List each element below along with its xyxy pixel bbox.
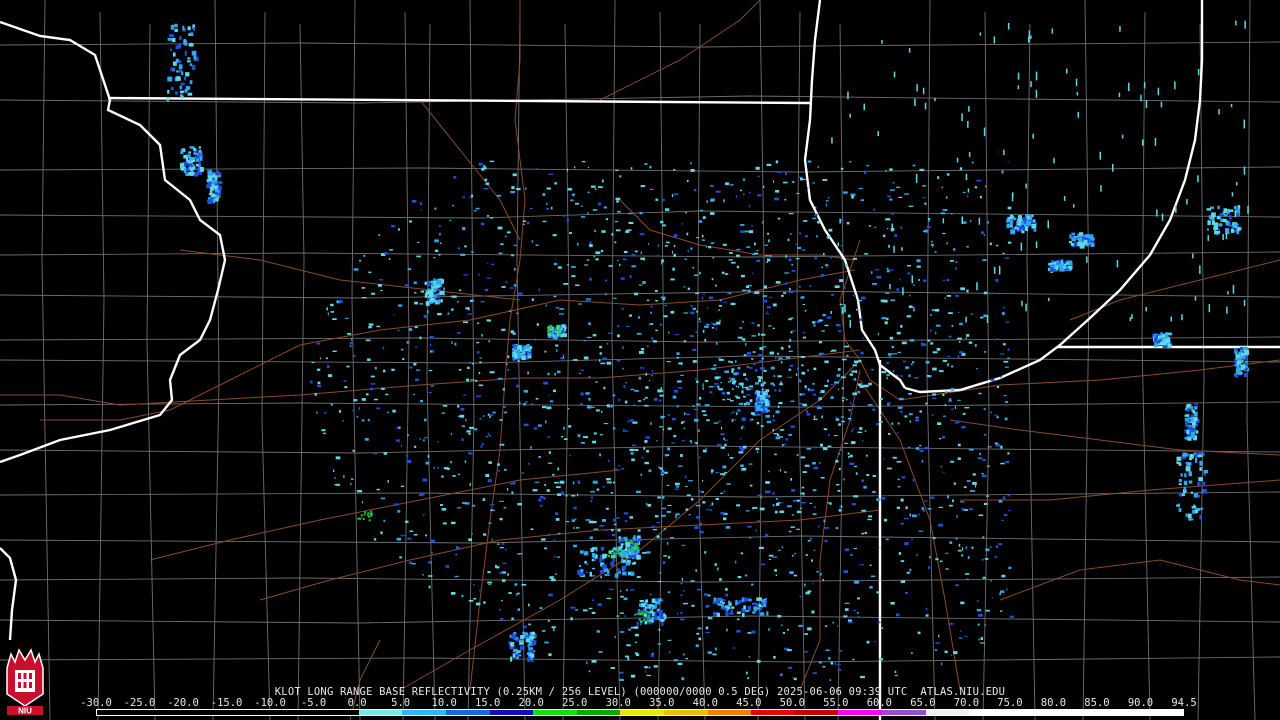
legend-tick: 90.0	[1127, 697, 1154, 709]
legend-tick: 85.0	[1084, 697, 1110, 709]
colorbar-bin	[402, 710, 446, 715]
colorbar-bin	[97, 710, 359, 715]
reflectivity-colorbar	[96, 709, 1184, 716]
legend-tick: 10.0	[431, 697, 457, 709]
legend-tick: -25.0	[123, 697, 156, 709]
radar-map	[0, 0, 1280, 720]
legend-tick: -20.0	[167, 697, 199, 709]
colorbar-bin	[358, 710, 403, 715]
logo-text: NIU	[18, 707, 32, 716]
legend-tick: 25.0	[562, 697, 588, 709]
colorbar-bin	[707, 710, 752, 715]
legend-tick: -15.0	[210, 697, 243, 709]
legend-tick: 65.0	[910, 697, 936, 709]
legend-tick: 80.0	[1040, 697, 1067, 709]
colorbar-bin	[533, 710, 577, 715]
colorbar-bin	[838, 710, 882, 715]
legend-tick: 5.0	[391, 697, 411, 709]
legend-tick: -10.0	[254, 697, 286, 709]
legend-tick: -30.0	[80, 697, 112, 709]
legend-tick: 0.0	[347, 697, 367, 709]
legend-tick: 45.0	[736, 697, 762, 709]
legend-tick: 15.0	[475, 697, 501, 709]
legend-tick: 35.0	[649, 697, 675, 709]
colorbar-bin	[969, 710, 1183, 715]
legend-tick: 94.5	[1171, 697, 1197, 709]
colorbar-bin	[489, 710, 534, 715]
legend-tick: 75.0	[997, 697, 1023, 709]
colorbar-bin	[445, 710, 490, 715]
legend-tick: 40.0	[692, 697, 718, 709]
colorbar-bin	[576, 710, 621, 715]
legend-tick: 50.0	[779, 697, 805, 709]
legend-tick: 30.0	[605, 697, 631, 709]
colorbar-bin	[620, 710, 664, 715]
legend-tick-labels: -30.0 -25.0 -20.0 -15.0 -10.0 -5.0 0.0 5…	[80, 697, 1196, 709]
niu-logo: NIU	[6, 648, 44, 716]
colorbar-bin	[925, 710, 970, 715]
colorbar-bin	[663, 710, 708, 715]
colorbar-bin	[881, 710, 926, 715]
legend-tick: -5.0	[300, 697, 327, 709]
legend-tick: 70.0	[953, 697, 980, 709]
legend-tick: 20.0	[518, 697, 544, 709]
colorbar-bin	[794, 710, 839, 715]
legend-tick: 60.0	[866, 697, 893, 709]
legend-tick: 55.0	[823, 697, 849, 709]
colorbar-bin	[751, 710, 795, 715]
